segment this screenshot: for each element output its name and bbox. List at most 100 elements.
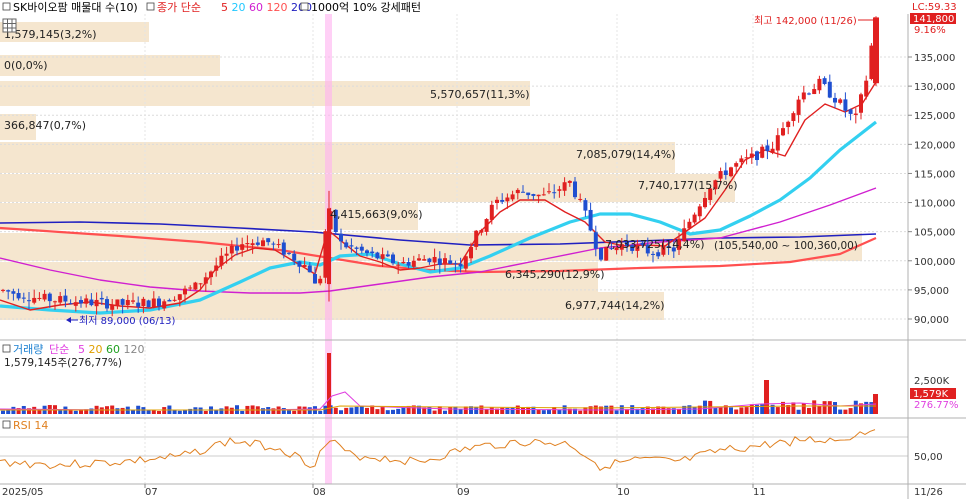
volume-bar [115,408,120,414]
candle-body [526,192,531,196]
candle-body [6,290,11,292]
candle-body [703,197,707,208]
volume-bar [349,407,354,414]
candle-body [84,298,89,304]
candle-body [817,78,822,91]
volume-bar [734,409,739,414]
candle-body [198,283,203,285]
volume-profile-label: 6,977,744(14,2%) [565,299,665,312]
candle-body [760,146,765,158]
volume-pct-tag: 276.77% [914,400,959,411]
candle-body [58,296,63,303]
candle-body [245,243,250,245]
candle-body [110,304,115,310]
volume-bar [521,407,525,414]
volume-bar [749,404,754,414]
candle-body [775,135,780,151]
volume-bar [848,408,853,414]
candle-body [796,99,801,115]
candle-body [307,265,312,273]
volume-bar [177,410,182,414]
volume-profile-label: 0(0,0%) [4,59,48,72]
volume-title[interactable]: 거래량 [13,343,43,356]
date-label: 11 [753,487,766,498]
rsi-tick: 50,00 [914,452,943,463]
candle-body [203,277,208,284]
price-tick-label: 90,000 [914,315,949,326]
volume-bar [505,407,510,414]
volume-bar [739,407,744,414]
price-chart[interactable]: 1,579,145(3,2%) 0(0,0%) 5,570,657(11,3%) 36… [0,0,966,499]
candle-body [573,181,577,198]
volume-bar [396,408,401,414]
date-label: 11/26 [914,487,943,498]
volume-bar [578,410,583,414]
volume-bar [853,400,858,414]
candle-body [453,263,458,265]
volume-bar [708,400,713,414]
volume-bar [73,410,78,414]
volume-bar [677,409,681,414]
date-label: 08 [313,487,326,498]
volume-bar [801,402,806,414]
volume-bar [864,401,869,414]
date-label: 10 [617,487,630,498]
candle-body [146,300,151,308]
candle-body [167,299,172,302]
candle-body [396,264,401,266]
price-tick-label: 120,000 [914,140,955,151]
candle-body [734,163,739,167]
candle-body [521,191,525,193]
volume-profile-bar [0,174,735,202]
chart-header: SK바이오팜 매물대 수(10) 종가 단순 5 20 60 120 200 1… [0,0,910,14]
candle-body [63,295,68,302]
chart-title[interactable]: SK바이오팜 매물대 수(10) [13,1,138,14]
candle-body [770,148,775,153]
candle-body [562,182,567,191]
candle-body [79,300,83,304]
volume-bar [614,410,619,414]
candle-body [151,298,156,308]
candle-body [344,242,349,248]
candle-body [853,113,858,115]
volume-bar [796,409,801,414]
candle-body [718,171,723,179]
volume-bar [443,410,447,414]
candle-body [786,121,791,128]
candle-body [729,167,733,177]
pattern-label[interactable]: 1000억 10% 강세패턴 [311,1,421,14]
ma-legend-periods: 5 20 60 120 200 [221,1,312,14]
volume-bar [744,407,749,414]
candle-body [157,298,161,307]
candle-body [172,299,177,301]
volume-profile-label: 366,847(0,7%) [4,119,86,132]
range-annotation: (105,540,00 ~ 100,360,00) [714,240,858,252]
candle-body [458,263,463,267]
candle-body [365,250,369,254]
high-label: 최고 142,000 (11/26) [754,15,857,27]
candle-body [510,194,515,200]
volume-bar [120,407,125,414]
candle-body [349,245,354,247]
volume-bar [365,407,369,414]
candle-body [47,293,52,302]
volume-bar [339,410,343,414]
candle-body [443,258,447,264]
candle-body [859,94,863,113]
candle-body [318,278,323,284]
candle-body [177,294,182,300]
candle-body [593,232,598,249]
volume-bar [172,410,177,414]
ma-legend-prefix[interactable]: 종가 단순 [157,1,201,14]
volume-bar [281,408,286,414]
grid-icon[interactable] [2,18,17,33]
rsi-title[interactable]: RSI 14 [13,419,48,432]
candle-body [833,97,837,103]
candle-body [583,200,588,211]
volume-bar [1,410,5,414]
volume-bar [141,407,146,414]
candle-body [53,301,57,303]
low-annotation: 최저 89,000 (06/13) [66,315,175,327]
title-checkbox[interactable] [2,2,11,11]
volume-profile-label: 4,415,663(9,0%) [330,208,423,221]
